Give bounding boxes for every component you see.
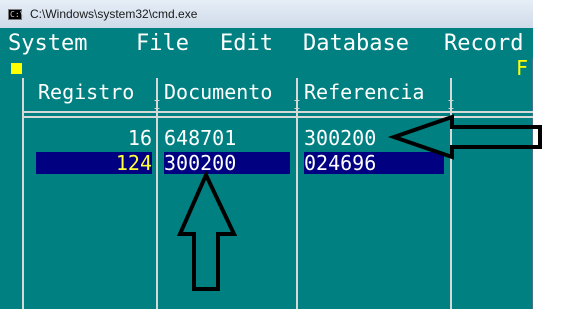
- up-arrow-annotation: [176, 170, 238, 291]
- annotation-layer: [176, 114, 542, 291]
- left-arrow-annotation: [387, 114, 542, 160]
